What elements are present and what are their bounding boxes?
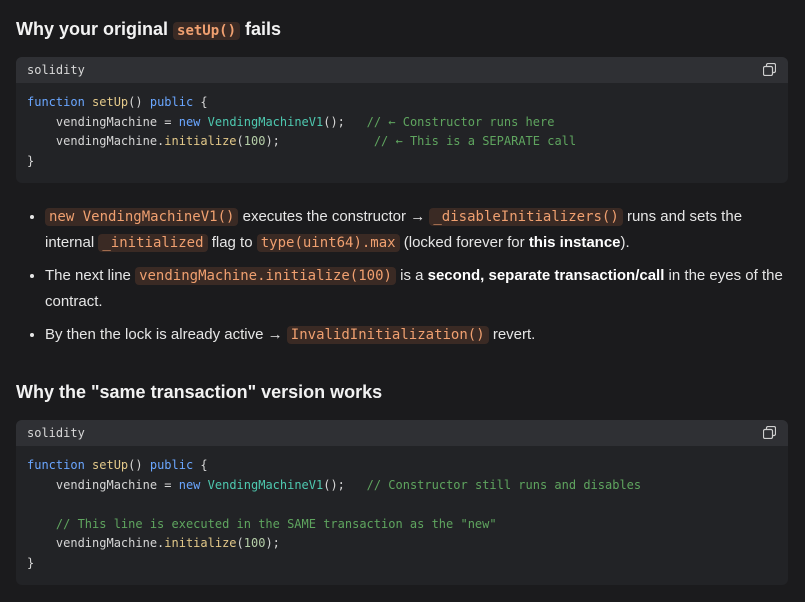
chat-response: Why your original setUp() fails solidity… xyxy=(0,0,805,602)
copy-icon[interactable] xyxy=(763,426,777,440)
code-content: function setUp() public { vendingMachine… xyxy=(27,95,577,168)
code-block-header: solidity xyxy=(16,420,788,446)
inline-code: setUp() xyxy=(173,22,241,40)
copy-icon[interactable] xyxy=(763,63,777,77)
section-heading-works: Why the "same transaction" version works xyxy=(16,382,383,402)
code-block-same-transaction: solidity function setUp() public { vendi… xyxy=(16,420,788,585)
code-language-label: solidity xyxy=(27,426,85,440)
code-block-header: solidity xyxy=(16,57,788,83)
list-item: By then the lock is already active → Inv… xyxy=(45,322,785,348)
section-heading-fails: Why your original setUp() fails xyxy=(16,19,282,40)
list-item: The next line vendingMachine.initialize(… xyxy=(45,263,785,315)
code-content: function setUp() public { vendingMachine… xyxy=(27,458,642,570)
code-block-original: solidity function setUp() public { vendi… xyxy=(16,57,788,183)
explanation-list: new VendingMachineV1() executes the cons… xyxy=(16,204,785,355)
list-item: new VendingMachineV1() executes the cons… xyxy=(45,204,785,256)
code-language-label: solidity xyxy=(27,63,85,77)
